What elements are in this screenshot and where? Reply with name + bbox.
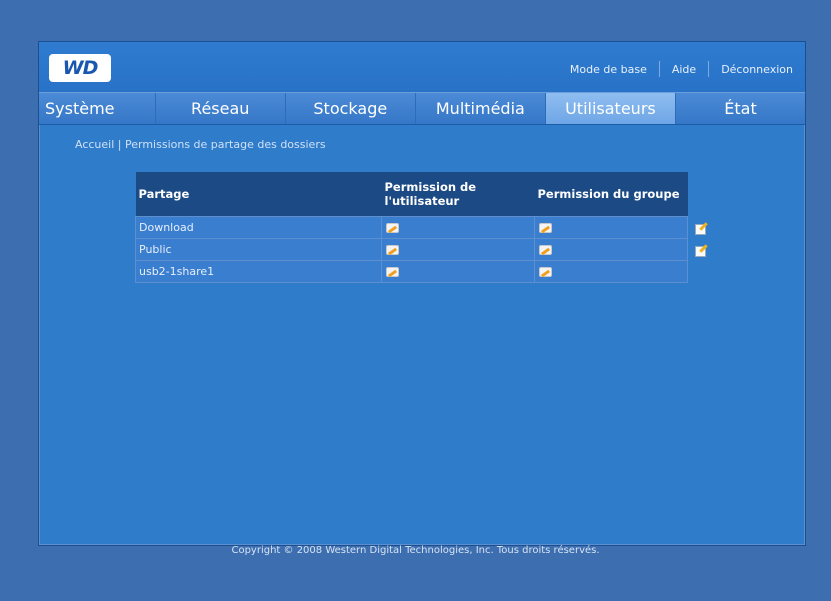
tab-utilisateurs[interactable]: Utilisateurs: [545, 93, 676, 124]
share-permissions-table: Partage Permission de l'utilisateur Perm…: [135, 172, 712, 283]
logout-link[interactable]: Déconnexion: [709, 63, 805, 76]
table-row: Download: [135, 216, 712, 239]
column-header-share: Partage: [135, 172, 382, 217]
column-header-group-permission: Permission du groupe: [534, 172, 688, 217]
column-header-edit: [688, 172, 712, 217]
breadcrumb: Accueil | Permissions de partage des dos…: [75, 138, 326, 151]
footer-copyright: Copyright © 2008 Western Digital Technol…: [231, 545, 600, 556]
user-permission-icon[interactable]: [385, 244, 399, 256]
user-permission-cell: [381, 216, 535, 239]
group-permission-icon[interactable]: [538, 266, 552, 278]
breadcrumb-home[interactable]: Accueil: [75, 138, 114, 151]
column-header-user-permission: Permission de l'utilisateur: [381, 172, 535, 217]
edit-cell: [688, 239, 712, 261]
group-permission-cell: [534, 238, 688, 261]
user-permission-icon[interactable]: [385, 222, 399, 234]
group-permission-icon[interactable]: [538, 222, 552, 234]
main-nav: Système Réseau Stockage Multimédia Utili…: [39, 92, 806, 125]
top-links: Mode de base Aide Déconnexion: [558, 59, 805, 79]
tab-etat[interactable]: État: [675, 93, 806, 124]
edit-icon[interactable]: [694, 244, 708, 257]
header-bar: WD Mode de base Aide Déconnexion: [39, 42, 805, 92]
main-panel: WD Mode de base Aide Déconnexion Système…: [38, 41, 806, 546]
help-link[interactable]: Aide: [660, 63, 708, 76]
group-permission-icon[interactable]: [538, 244, 552, 256]
wd-logo: WD: [49, 54, 111, 82]
edit-cell: [688, 217, 712, 239]
group-permission-cell: [534, 260, 688, 283]
share-name: Public: [135, 238, 382, 261]
tab-systeme[interactable]: Système: [39, 93, 156, 124]
table-header-row: Partage Permission de l'utilisateur Perm…: [135, 172, 712, 217]
share-name: usb2-1share1: [135, 260, 382, 283]
user-permission-cell: [381, 238, 535, 261]
group-permission-cell: [534, 216, 688, 239]
table-row: usb2-1share1: [135, 260, 712, 283]
breadcrumb-current: Permissions de partage des dossiers: [125, 138, 326, 151]
edit-icon[interactable]: [694, 222, 708, 235]
edit-cell: [688, 261, 712, 283]
user-permission-cell: [381, 260, 535, 283]
tab-multimedia[interactable]: Multimédia: [415, 93, 546, 124]
table-row: Public: [135, 238, 712, 261]
user-permission-icon[interactable]: [385, 266, 399, 278]
share-name: Download: [135, 216, 382, 239]
basic-mode-link[interactable]: Mode de base: [558, 63, 659, 76]
breadcrumb-separator: |: [117, 138, 122, 151]
tab-stockage[interactable]: Stockage: [285, 93, 416, 124]
tab-reseau[interactable]: Réseau: [155, 93, 286, 124]
